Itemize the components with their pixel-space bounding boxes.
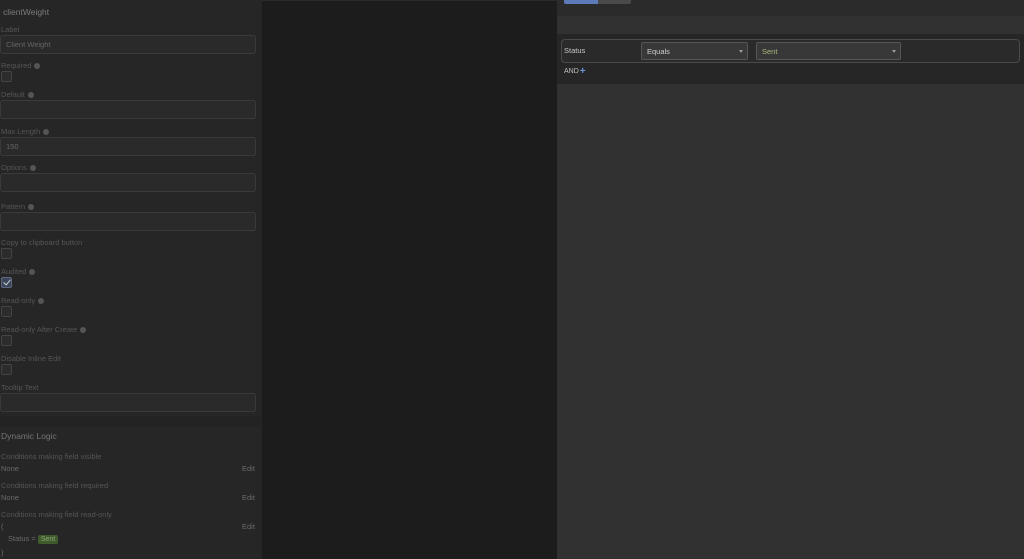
info-icon — [28, 204, 35, 211]
info-icon — [27, 92, 34, 99]
field-name-title: clientWeight — [3, 7, 50, 17]
readonly-conditions-close-paren: ) — [1, 548, 4, 557]
pattern-input[interactable] — [0, 212, 256, 231]
dynamic-logic-title: Dynamic Logic — [1, 431, 57, 441]
chevron-down-icon — [739, 50, 743, 53]
default-caption: Default — [1, 90, 34, 99]
tooltip-input[interactable] — [0, 393, 256, 412]
field-settings-card: clientWeight Label Client Weight Require… — [0, 0, 262, 416]
required-conditions-value: None — [1, 493, 19, 502]
info-icon — [80, 327, 87, 334]
required-caption: Required — [1, 61, 41, 70]
field-settings-panel: clientWeight Label Client Weight Require… — [0, 0, 262, 559]
disable-inline-edit-caption: Disable Inline Edit — [1, 354, 62, 363]
cancel-button[interactable] — [598, 0, 631, 4]
maxlength-input[interactable]: 150 — [0, 137, 256, 156]
info-icon — [29, 165, 36, 172]
add-and-condition-button[interactable]: AND + — [564, 66, 586, 77]
chevron-down-icon — [892, 50, 896, 53]
readonly-caption: Read-only — [1, 296, 45, 305]
label-input[interactable]: Client Weight — [0, 35, 256, 54]
readonly-conditions-caption: Conditions making field read-only — [1, 510, 112, 519]
options-caption: Options — [1, 163, 36, 172]
visible-conditions-edit-link[interactable]: Edit — [242, 464, 255, 473]
plus-icon: + — [579, 66, 586, 77]
required-conditions-edit-link[interactable]: Edit — [242, 493, 255, 502]
operator-select[interactable]: Equals — [641, 42, 748, 60]
visible-conditions-value: None — [1, 464, 19, 473]
readonly-conditions-edit-link[interactable]: Edit — [242, 522, 255, 531]
pattern-caption: Pattern — [1, 202, 35, 211]
readonly-checkbox[interactable] — [1, 306, 12, 317]
required-conditions-caption: Conditions making field required — [1, 481, 109, 490]
options-input[interactable] — [0, 173, 256, 192]
value-select[interactable]: Sent — [756, 42, 901, 60]
condition-field-name: Status — [564, 46, 586, 55]
modal-button-group — [564, 0, 631, 4]
visible-conditions-caption: Conditions making field visible — [1, 452, 102, 461]
label-caption: Label — [1, 25, 20, 34]
apply-button[interactable] — [564, 0, 598, 4]
copy-clipboard-checkbox[interactable] — [1, 248, 12, 259]
condition-editor-panel: Status Equals Sent AND + — [557, 0, 1024, 559]
info-icon — [43, 129, 50, 136]
modal-header — [557, 0, 1024, 16]
readonly-conditions-open-paren: ( — [1, 522, 4, 531]
disable-inline-edit-checkbox[interactable] — [1, 364, 12, 375]
audited-caption: Audited — [1, 267, 36, 276]
readonly-after-create-caption: Read-only After Create — [1, 325, 87, 334]
condition-value-badge: Sent — [37, 535, 59, 544]
backdrop-area — [262, 0, 557, 559]
readonly-condition-expression: Status = Sent — [8, 534, 59, 544]
info-icon — [38, 298, 45, 305]
required-checkbox[interactable] — [1, 71, 12, 82]
tooltip-caption: Tooltip Text — [1, 383, 39, 392]
default-input[interactable] — [0, 100, 256, 119]
info-icon — [29, 269, 36, 276]
audited-checkbox[interactable] — [1, 277, 12, 288]
maxlength-caption: Max Length — [1, 127, 50, 136]
readonly-after-create-checkbox[interactable] — [1, 335, 12, 346]
info-icon — [34, 63, 41, 70]
copy-clipboard-caption: Copy to clipboard button — [1, 238, 83, 247]
